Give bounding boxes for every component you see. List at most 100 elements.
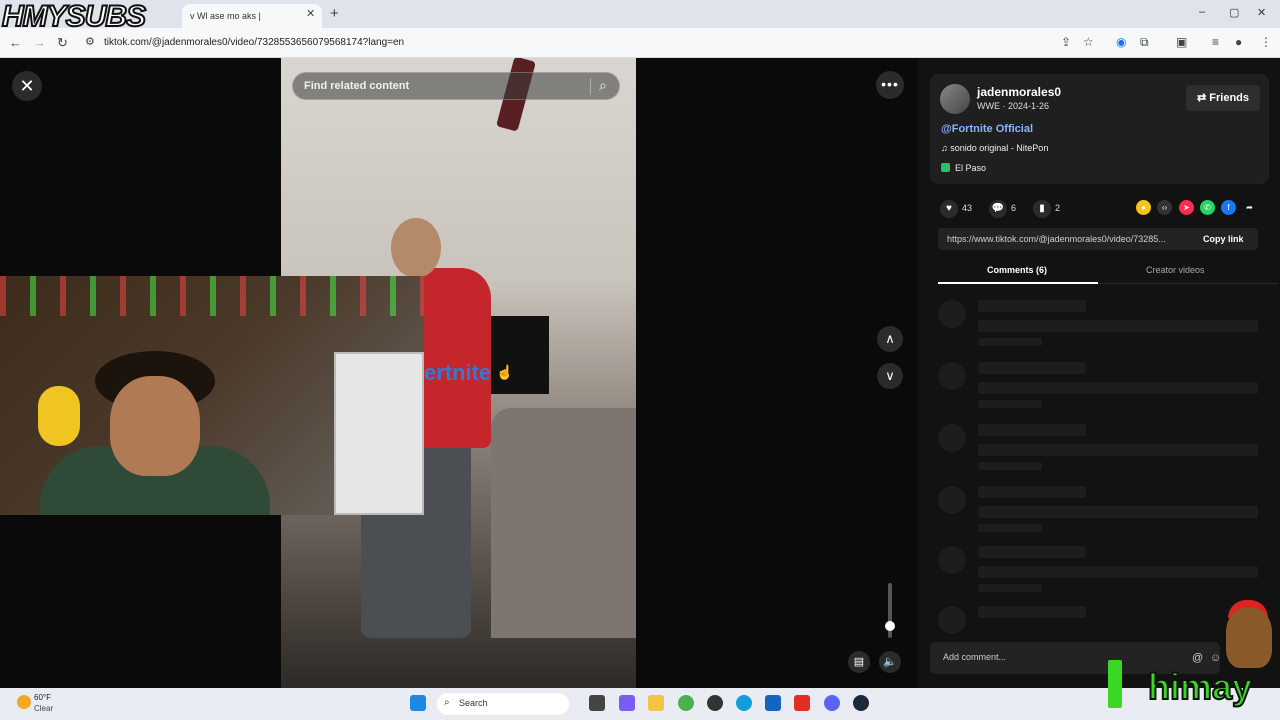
mention-link[interactable]: @Fortnite Official [941, 123, 1033, 135]
tab-creator-videos[interactable]: Creator videos [1146, 265, 1205, 275]
taskbar-search[interactable]: ⌕ Search [437, 693, 569, 715]
like-stat[interactable]: ♥ 43 [940, 200, 972, 218]
volume-slider-knob[interactable] [885, 621, 895, 631]
edge-icon[interactable] [736, 695, 752, 711]
tab-close-icon[interactable]: ✕ [306, 7, 315, 20]
steam-icon[interactable] [853, 695, 869, 711]
taskbar-search-icon: ⌕ [444, 697, 450, 708]
share-link-text[interactable]: https://www.tiktok.com/@jadenmorales0/vi… [947, 234, 1166, 244]
site-info-icon[interactable]: ⚙ [85, 35, 95, 48]
reload-icon[interactable]: ↻ [57, 35, 68, 51]
fortnite-overlay-text: ertnite [424, 360, 492, 385]
browser-tab[interactable]: v Wl ase mo aks | [182, 4, 322, 28]
split-screen-icon[interactable]: ▣ [1176, 35, 1187, 49]
search-divider [590, 78, 591, 95]
author-username[interactable]: jadenmorales0 [977, 85, 1061, 99]
author-card: jadenmorales0 WWE · 2024-1-26 ⇄ Friends … [930, 74, 1269, 184]
reading-list-icon[interactable]: ≡ [1212, 35, 1219, 49]
coin-share-icon[interactable]: ● [1136, 200, 1151, 215]
chrome-icon[interactable] [678, 695, 694, 711]
webcam-overlay [0, 276, 424, 515]
location-pin-icon [941, 163, 950, 172]
file-explorer-icon[interactable] [648, 695, 664, 711]
panel-tabs: Comments (6) Creator videos [938, 258, 1278, 284]
himay-brand-logo: himay [1147, 665, 1253, 708]
install-icon[interactable]: ⇪ [1061, 35, 1071, 49]
facebook-icon[interactable]: f [1221, 200, 1236, 215]
embed-icon[interactable]: ‹› [1157, 200, 1172, 215]
store-icon[interactable] [765, 695, 781, 711]
video-scene-head [391, 218, 441, 278]
window-close-icon[interactable]: ✕ [1257, 6, 1266, 19]
friends-swap-icon: ⇄ [1196, 92, 1210, 104]
mention-at-icon[interactable]: @ [1192, 652, 1203, 664]
windows-taskbar [0, 688, 1280, 720]
windows-start-icon[interactable] [410, 695, 426, 711]
taskbar-search-label: Search [459, 698, 488, 708]
copilot-icon[interactable] [619, 695, 635, 711]
webcam-minion-figure [38, 386, 80, 446]
overlay-green-bar [1108, 660, 1122, 708]
music-note-icon: ♫ [941, 143, 951, 153]
webcam-pc-case [334, 352, 424, 515]
maximize-icon[interactable]: ▢ [1229, 6, 1239, 19]
author-subtitle: WWE · 2024-1-26 [977, 101, 1050, 111]
tab-title: v Wl ase mo aks | [190, 11, 261, 21]
video-details-panel: jadenmorales0 WWE · 2024-1-26 ⇄ Friends … [918, 58, 1280, 688]
bookmark-icon: ▮ [1033, 200, 1051, 218]
share-arrow-icon[interactable]: ➦ [1242, 200, 1257, 215]
copy-link-button[interactable]: Copy link [1203, 234, 1244, 244]
video-scene-bed [491, 408, 636, 638]
comment-bubble-icon: 💬 [989, 200, 1007, 218]
comment-skeleton [938, 546, 1258, 594]
search-icon[interactable]: ⌕ [599, 77, 607, 94]
url-field[interactable]: tiktok.com/@jadenmorales0/video/73285536… [104, 37, 404, 48]
save-stat[interactable]: ▮ 2 [1033, 200, 1060, 218]
music-title: sonido original - NitePon [950, 143, 1049, 153]
close-viewer-button[interactable]: ✕ [12, 71, 42, 101]
mouse-cursor-icon: ☝ [496, 364, 514, 380]
comment-skeleton [938, 424, 1258, 472]
comment-skeleton [938, 486, 1258, 534]
profile-avatar-icon[interactable]: ● [1235, 35, 1242, 49]
discord-icon[interactable] [824, 695, 840, 711]
menu-kebab-icon[interactable]: ⋮ [1260, 35, 1272, 49]
find-related-placeholder: Find related content [304, 80, 410, 92]
comment-stat[interactable]: 💬 6 [989, 200, 1016, 218]
extensions-icon[interactable]: ⧉ [1140, 35, 1149, 50]
author-avatar[interactable] [940, 84, 970, 114]
next-video-button[interactable]: ∨ [877, 363, 903, 389]
friends-button[interactable]: ⇄ Friends [1186, 85, 1260, 111]
comment-skeleton [938, 606, 1258, 634]
obs-icon[interactable] [707, 695, 723, 711]
weather-temperature: 60°F [34, 693, 51, 702]
emoji-icon[interactable]: ☺ [1210, 652, 1221, 664]
save-count: 2 [1055, 203, 1061, 213]
task-view-icon[interactable] [589, 695, 605, 711]
address-bar: ← → ↻ ⚙ tiktok.com/@jadenmorales0/video/… [0, 28, 1280, 58]
more-options-button[interactable]: ••• [876, 71, 904, 99]
bookmark-star-icon[interactable]: ☆ [1083, 35, 1094, 49]
location-label: El Paso [955, 163, 987, 173]
minimize-icon[interactable]: – [1199, 6, 1205, 18]
whatsapp-icon[interactable]: ✆ [1200, 200, 1215, 215]
overlay-teddy-bear [1226, 608, 1272, 668]
tab-comments[interactable]: Comments (6) [987, 265, 1047, 275]
friends-label: Friends [1209, 92, 1249, 104]
new-tab-icon[interactable]: + [330, 5, 339, 22]
location-tag[interactable]: El Paso [941, 163, 986, 173]
music-line[interactable]: ♫ sonido original - NitePon [941, 143, 1048, 153]
back-icon[interactable]: ← [9, 35, 22, 50]
captions-icon[interactable]: ▤ [848, 651, 870, 673]
forward-icon[interactable]: → [33, 35, 46, 50]
read-aloud-icon[interactable]: ◉ [1116, 35, 1126, 49]
send-icon[interactable]: ➤ [1179, 200, 1194, 215]
previous-video-button[interactable]: ∧ [877, 326, 903, 352]
comment-count: 6 [1011, 203, 1017, 213]
share-link-box: https://www.tiktok.com/@jadenmorales0/vi… [938, 228, 1258, 250]
webcam-christmas-lights [0, 276, 424, 316]
youtube-icon[interactable] [794, 695, 810, 711]
browser-tab-strip: v Wl ase mo aks | ✕ + – ▢ ✕ [0, 0, 1280, 28]
find-related-search[interactable]: Find related content ⌕ [292, 72, 620, 100]
volume-icon[interactable]: 🔈 [879, 651, 901, 673]
